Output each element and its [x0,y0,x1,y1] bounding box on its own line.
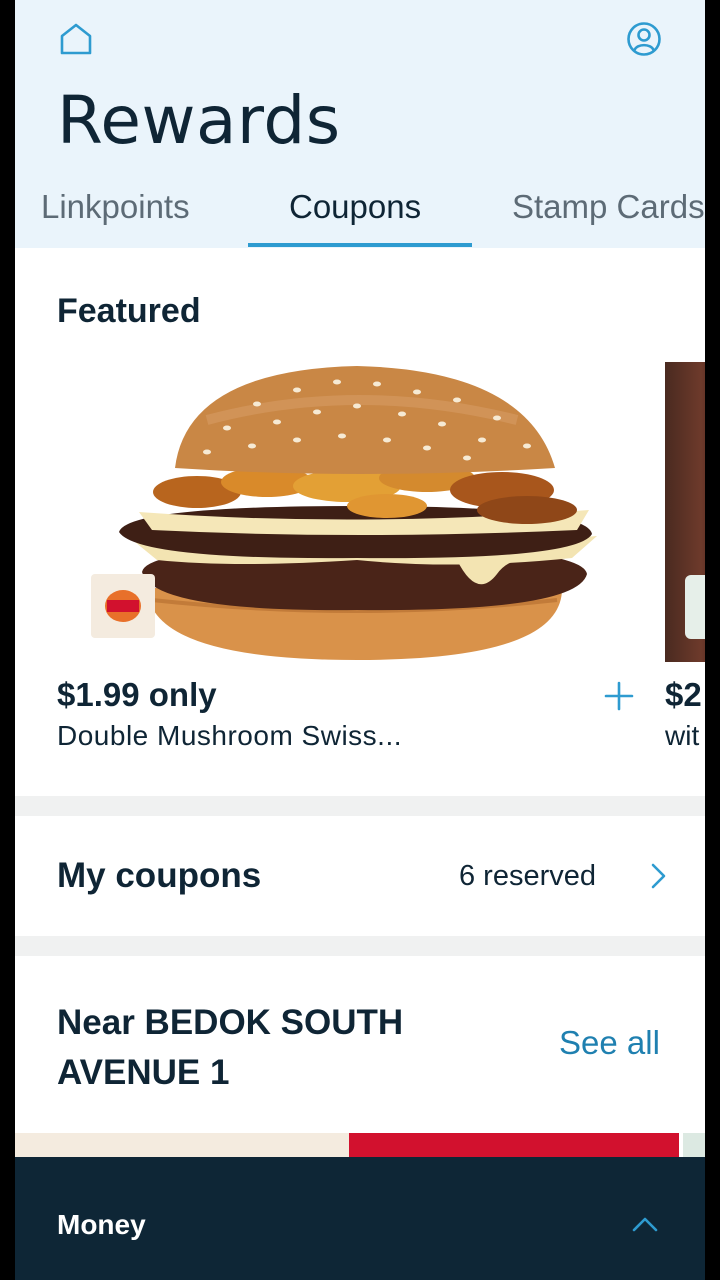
see-all-link[interactable]: See all [559,1024,660,1062]
my-coupons-heading: My coupons [57,856,262,895]
nearby-card-cream[interactable] [15,1133,349,1157]
section-divider [15,936,705,956]
reserved-count: 6 reserved [459,860,597,892]
profile-icon [627,22,661,56]
money-bottom-sheet[interactable]: Money [15,1157,705,1280]
rewards-screen: Rewards Linkpoints Coupons Stamp Cards F… [15,0,705,1280]
section-divider [15,796,705,816]
money-label: Money [57,1209,146,1240]
rewards-header: Rewards Linkpoints Coupons Stamp Cards [15,0,705,248]
page-title: Rewards [57,82,341,159]
plus-icon [604,681,634,711]
profile-button[interactable] [625,20,663,58]
home-button[interactable] [57,20,95,58]
my-coupons-arrow[interactable] [643,860,673,892]
nearby-card-red[interactable] [349,1133,679,1157]
home-icon [60,23,92,55]
coupon-price: $1.99 only [57,676,217,713]
add-coupon-button[interactable] [603,680,635,712]
active-tab-indicator [248,243,472,247]
tab-stamp-cards[interactable]: Stamp Cards [512,188,705,226]
my-coupons-row[interactable]: My coupons 6 reserved [15,816,705,936]
featured-coupon-card[interactable] [57,360,597,662]
expand-sheet-button[interactable] [629,1212,661,1236]
burger-image [91,366,597,660]
next-coupon-name: wit [665,720,700,751]
rewards-tabs: Linkpoints Coupons Stamp Cards [15,180,705,248]
featured-heading: Featured [57,292,201,330]
tab-linkpoints[interactable]: Linkpoints [41,188,190,226]
next-coupon-brand-badge [685,575,705,639]
nearby-card-green[interactable] [683,1133,705,1157]
tab-coupons[interactable]: Coupons [289,188,421,226]
next-coupon-price: $2 [665,676,702,713]
nearby-heading: Near BEDOK SOUTH AVENUE 1 [57,1003,404,1092]
chevron-right-icon [651,863,666,889]
chevron-up-icon [632,1217,658,1232]
coupon-product-name: Double Mushroom Swiss... [57,720,403,751]
